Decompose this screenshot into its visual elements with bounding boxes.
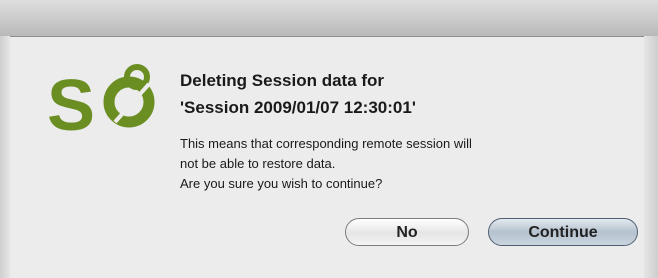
dialog-message-line-2: not be able to restore data.: [180, 156, 336, 171]
svg-text:S: S: [47, 66, 95, 136]
dialog-message-line-1: This means that corresponding remote ses…: [180, 136, 472, 151]
dialog-title-line-1: Deleting Session data for: [180, 71, 385, 90]
window-titlebar[interactable]: [0, 0, 658, 37]
no-button[interactable]: No: [345, 218, 469, 246]
dialog-message: This means that corresponding remote ses…: [180, 134, 620, 194]
dialog-title-line-2: 'Session 2009/01/07 12:30:01': [180, 98, 416, 117]
dialog-title: Deleting Session data for 'Session 2009/…: [180, 67, 620, 121]
dialog-message-line-3: Are you sure you wish to continue?: [180, 176, 383, 191]
window-right-edge: [644, 36, 658, 278]
selenium-logo-icon: S: [47, 64, 155, 136]
continue-button[interactable]: Continue: [488, 218, 638, 246]
confirm-delete-dialog: S Deleting Session data for 'Session 200…: [0, 0, 658, 278]
window-left-edge: [0, 36, 10, 278]
